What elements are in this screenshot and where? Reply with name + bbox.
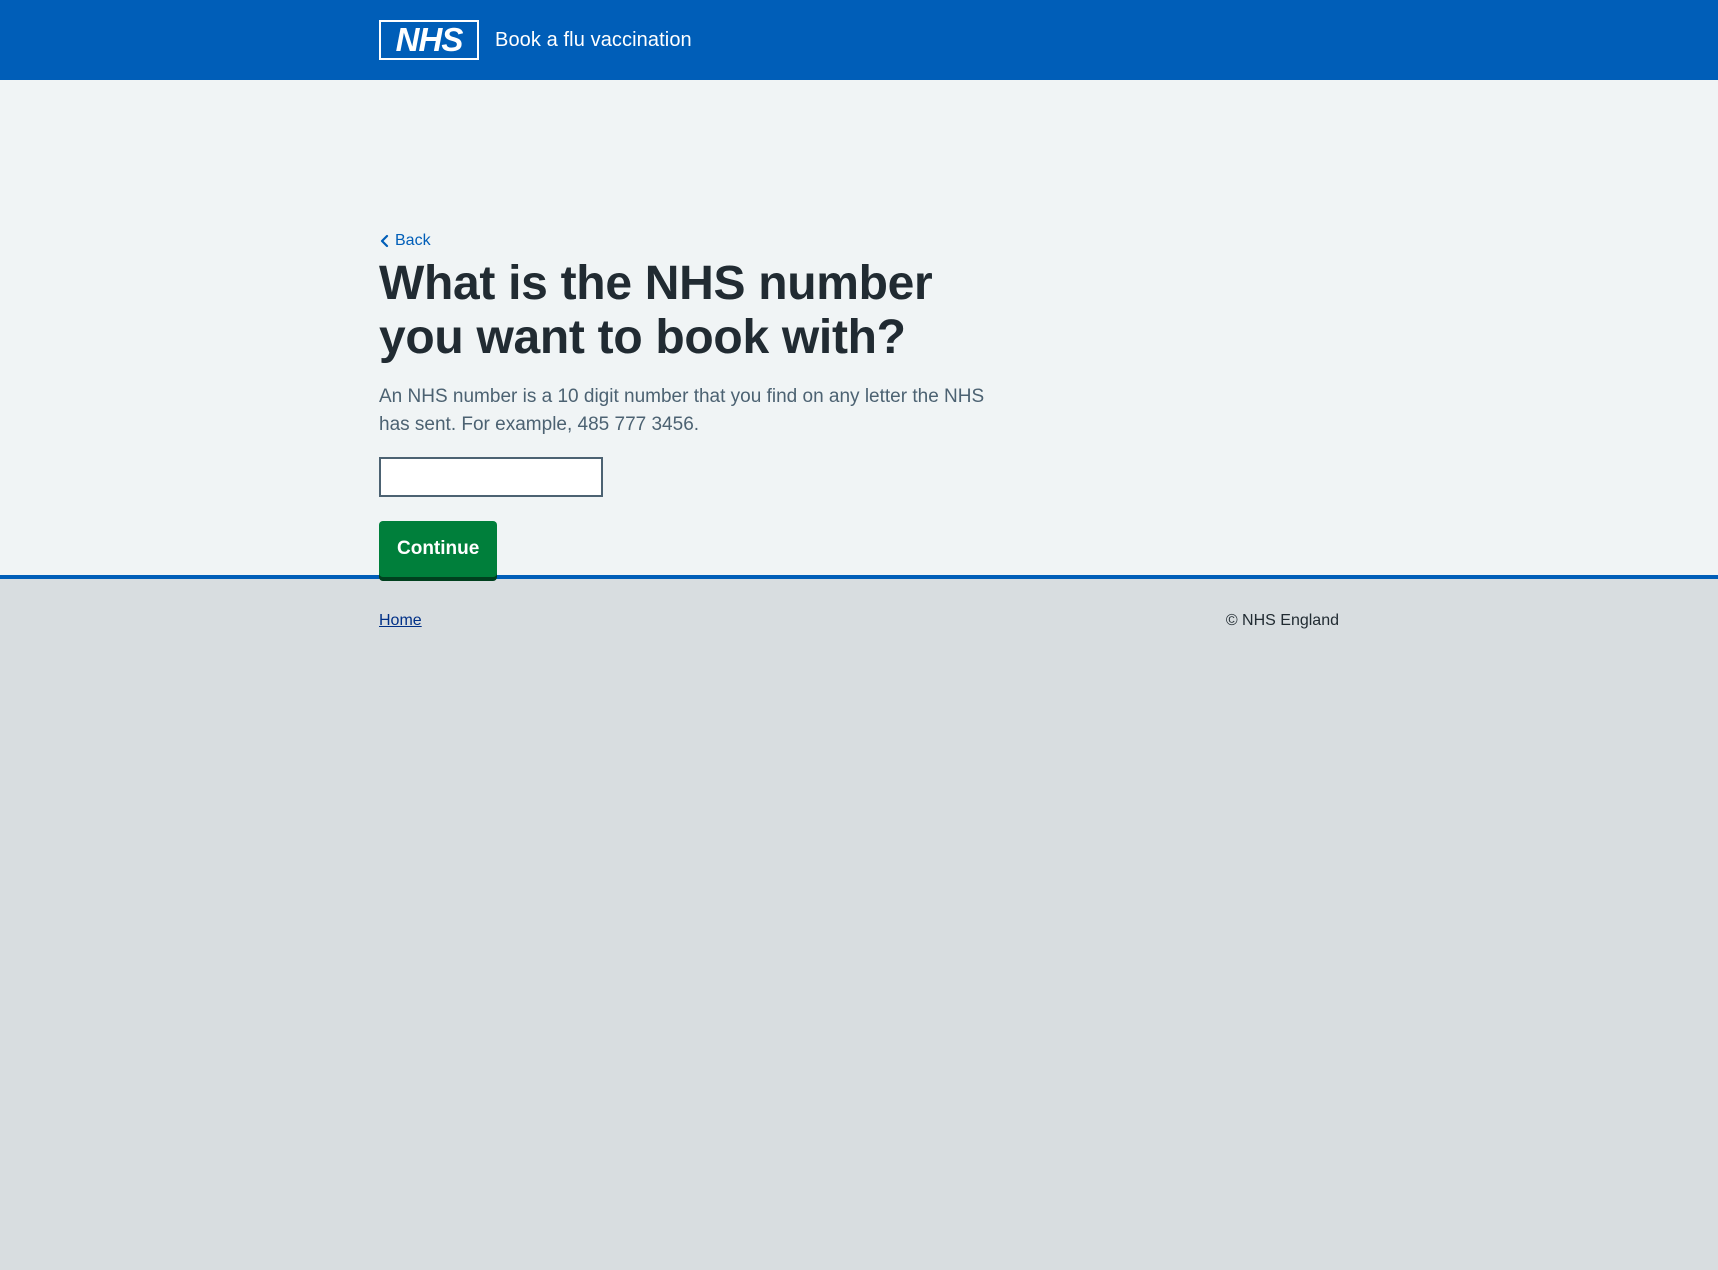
form-container: Back What is the NHS number you want to … (379, 232, 1019, 577)
footer-copyright: © NHS England (1225, 612, 1339, 629)
page-title: What is the NHS number you want to book … (379, 257, 933, 364)
nhs-logo-text: NHS (396, 21, 464, 58)
continue-button[interactable]: Continue (379, 521, 498, 577)
footer-home-link[interactable]: Home (379, 612, 422, 630)
nhs-number-input[interactable] (379, 457, 603, 497)
header-container: NHS Book a flu vaccination (379, 20, 692, 60)
nhs-logo-svg: NHS (379, 20, 479, 60)
main-content: Back What is the NHS number you want to … (0, 80, 1718, 579)
nhs-logo-icon[interactable]: NHS (379, 20, 479, 60)
site-header: NHS Book a flu vaccination (0, 0, 1718, 80)
site-footer: Home © NHS England (0, 579, 1718, 1269)
chevron-left-icon (380, 234, 389, 248)
nhs-number-hint: An NHS number is a 10 digit number that … (379, 386, 985, 435)
back-link-label: Back (395, 232, 431, 249)
service-name[interactable]: Book a flu vaccination (495, 29, 692, 52)
back-link[interactable]: Back (379, 232, 431, 250)
